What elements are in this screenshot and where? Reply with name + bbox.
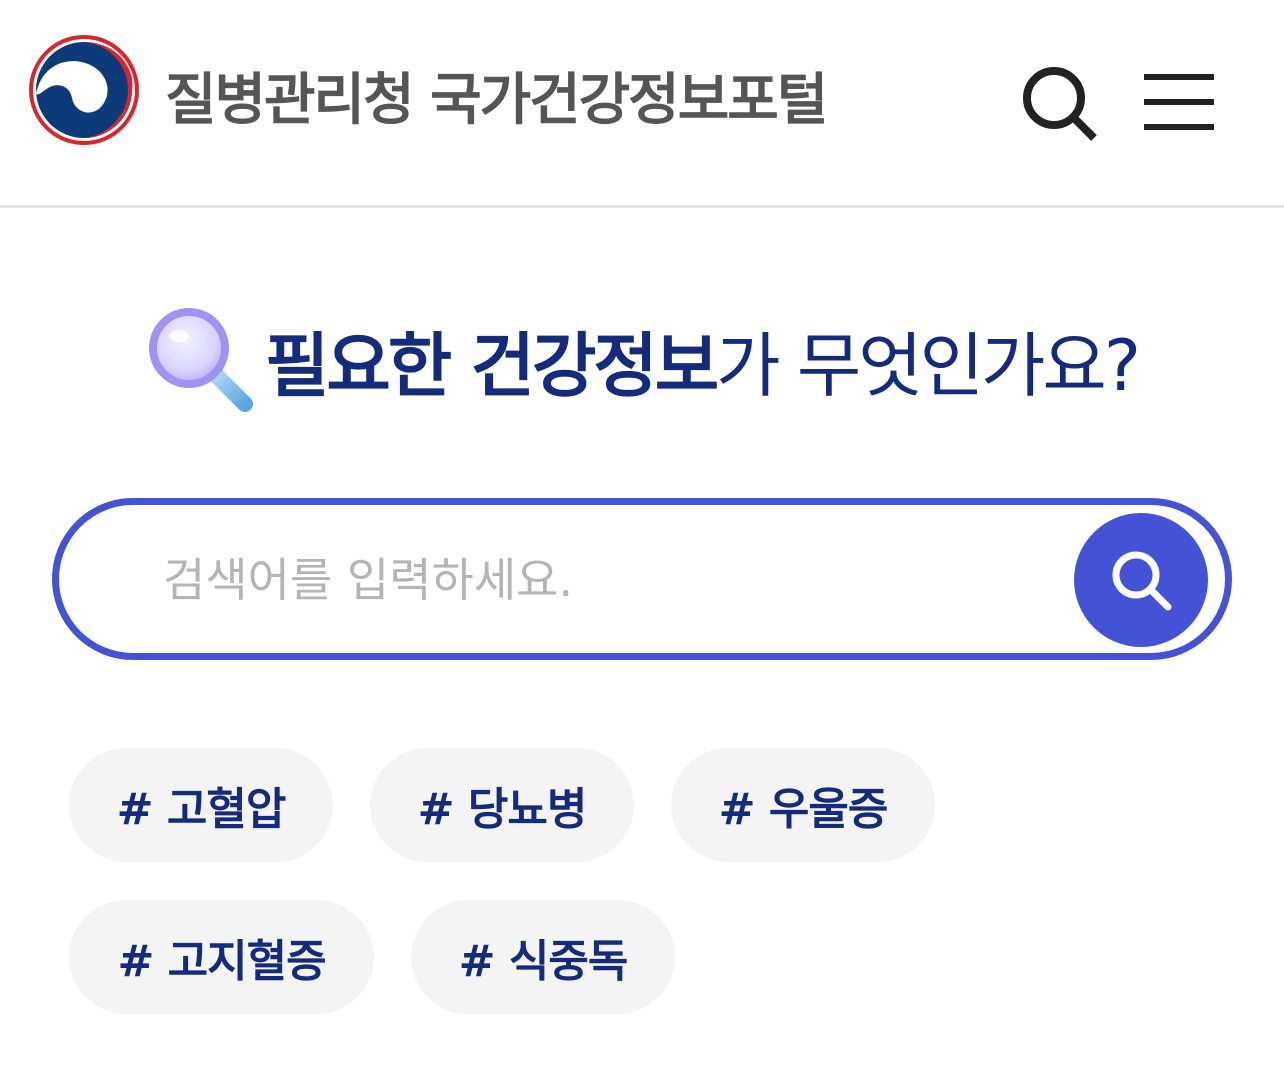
search-icon bbox=[1112, 551, 1172, 611]
brand-title[interactable]: 질병관리청 국가건강정보포털 bbox=[165, 55, 828, 136]
headline-strong-text: 필요한 건강정보 bbox=[265, 324, 719, 407]
menu-bar-middle bbox=[1144, 99, 1214, 105]
hamburger-menu-icon[interactable] bbox=[1144, 72, 1216, 132]
site-header: 질병관리청 국가건강정보포털 bbox=[0, 0, 1284, 208]
headline-light-text: 가 무엇인가요? bbox=[716, 324, 1141, 407]
search-icon[interactable] bbox=[1018, 62, 1102, 146]
tag-hyperlipidemia[interactable]: # 고지혈증 bbox=[69, 900, 374, 1014]
tag-diabetes[interactable]: # 당뇨병 bbox=[370, 748, 634, 862]
tag-food-poisoning[interactable]: # 식중독 bbox=[411, 900, 675, 1014]
tag-hypertension[interactable]: # 고혈압 bbox=[69, 748, 333, 862]
search-bar bbox=[52, 498, 1232, 660]
page-headline: 필요한 건강정보 가 무엇인가요? bbox=[145, 300, 1141, 420]
taegeuk-emblem-icon[interactable] bbox=[28, 34, 140, 146]
search-submit-button[interactable] bbox=[1074, 513, 1208, 647]
menu-bar-top bbox=[1144, 74, 1214, 80]
search-input[interactable] bbox=[163, 535, 1043, 625]
tag-depression[interactable]: # 우울증 bbox=[671, 748, 935, 862]
menu-bar-bottom bbox=[1144, 124, 1214, 130]
magnifier-glass-icon bbox=[149, 308, 253, 412]
